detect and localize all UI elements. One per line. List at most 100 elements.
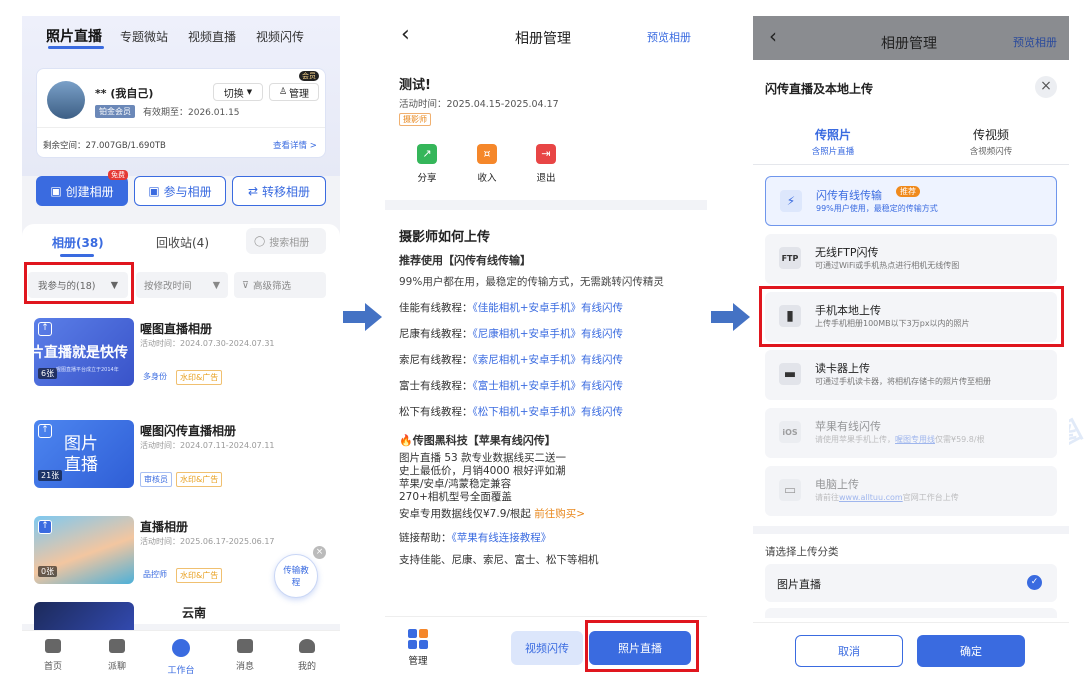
bottom-nav: 首页 派聊 工作台 消息 我的 xyxy=(22,630,340,686)
tutorial-link[interactable]: 《富士相机+安卓手机》有线闪传 xyxy=(473,380,624,392)
income-action[interactable]: ¤ 收入 xyxy=(467,144,507,184)
category-option[interactable]: 图片直播 ✓ xyxy=(765,564,1057,602)
lightning-icon: ⚡ xyxy=(780,190,802,212)
exit-action[interactable]: ⇥ 退出 xyxy=(526,144,566,184)
create-album-button[interactable]: ▣ 创建相册 xyxy=(36,176,128,206)
option-apple-wired[interactable]: iOS 苹果有线闪传 请使用苹果手机上传，喔图专用线仅需¥59.8/根 xyxy=(765,408,1057,458)
join-album-button[interactable]: ▣ 参与相册 xyxy=(134,176,226,206)
dimmed-header: ‹ 相册管理 预览相册 xyxy=(753,16,1069,60)
tab-photo-live[interactable]: 照片直播 xyxy=(46,26,102,46)
option-phone-local[interactable]: ▮ 手机本地上传 上传手机相册100MB以下3万px以内的照片 xyxy=(765,292,1057,342)
buy-link[interactable]: 前往购买> xyxy=(534,508,585,520)
apple-line: 270+相机型号全面覆盖 xyxy=(399,491,512,503)
option-desc: 上传手机相册100MB以下3万px以内的照片 xyxy=(815,319,970,328)
album-date: 活动时间：2025.04.15-2025.04.17 xyxy=(399,99,559,110)
tutorial-link[interactable]: 《佳能相机+安卓手机》有线闪传 xyxy=(473,302,624,314)
option-card-reader[interactable]: ▬ 读卡器上传 可通过手机读卡器，将相机存储卡的照片传至相册 xyxy=(765,350,1057,400)
option-wireless-ftp[interactable]: FTP 无线FTP闪传 可通过WiFi或手机热点进行相机无线传图 xyxy=(765,234,1057,284)
role-tag: 审核员 xyxy=(140,472,172,487)
back-icon[interactable]: ‹ xyxy=(401,22,410,47)
tab-video-live[interactable]: 视频直播 xyxy=(188,28,236,45)
confirm-button[interactable]: 确定 xyxy=(917,635,1025,667)
album-item[interactable]: ↑ 图片直播 21张 喔图闪传直播相册 活动时间：2024.07.11-2024… xyxy=(34,420,334,490)
switch-label: 切换 xyxy=(223,88,244,100)
close-icon[interactable]: × xyxy=(313,546,326,559)
tutorial-link[interactable]: 《尼康相机+安卓手机》有线闪传 xyxy=(473,328,624,340)
tab-albums[interactable]: 相册(38) xyxy=(52,234,104,251)
transfer-album-button[interactable]: ⇄ 转移相册 xyxy=(232,176,326,206)
switch-button[interactable]: 切换 ▼ xyxy=(213,83,263,101)
tab-upload-video[interactable]: 传视频 含视频闪传 xyxy=(951,126,1031,157)
video-flash-button[interactable]: 视频闪传 xyxy=(511,631,583,665)
participated-filter[interactable]: 我参与的(18) ▼ xyxy=(28,272,128,298)
divider xyxy=(37,127,325,128)
expiry-date: 有效期至：2026.01.15 xyxy=(143,108,240,118)
exit-label: 退出 xyxy=(536,173,556,184)
option-desc: 可通过WiFi或手机热点进行相机无线传图 xyxy=(815,261,960,270)
watermark-tag: 水印&广告 xyxy=(176,568,223,583)
transfer-tutorial-button[interactable]: 传输教程 xyxy=(274,554,318,598)
nav-pailiao[interactable]: 派聊 xyxy=(92,639,142,672)
manage-button[interactable]: ♙ 管理 xyxy=(269,83,319,101)
option-title: 电脑上传 xyxy=(815,478,859,491)
arrow-right-icon xyxy=(343,303,382,331)
cable-link[interactable]: 喔图专用线 xyxy=(895,435,935,444)
divider xyxy=(753,164,1069,165)
tutorial-link[interactable]: 《松下相机+安卓手机》有线闪传 xyxy=(473,406,624,418)
search-placeholder: 搜索相册 xyxy=(269,237,310,249)
tutorial-row: 索尼有线教程：《索尼相机+安卓手机》有线闪传 xyxy=(399,352,623,367)
nav-me[interactable]: 我的 xyxy=(282,639,332,672)
recommend-text: 推荐使用【闪传有线传输】 xyxy=(399,254,531,267)
manage-label: 管理 xyxy=(408,656,428,667)
watermark-tag: 水印&广告 xyxy=(176,472,223,487)
preview-album-link: 预览相册 xyxy=(1013,36,1057,49)
upload-sheet: 闪传直播及本地上传 × 传照片 含照片直播 传视频 含视频闪传 ⚡ 闪传有线传输… xyxy=(753,60,1069,686)
album-title: 喔图直播相册 xyxy=(140,322,213,336)
apple-line: 史上最低价，月销4000 根好评如潮 xyxy=(399,465,566,477)
option-wired-flash[interactable]: ⚡ 闪传有线传输 推荐 99%用户使用，最稳定的传输方式 xyxy=(765,176,1057,226)
bell-icon xyxy=(237,639,253,653)
desc-text: 官网工作台上传 xyxy=(902,493,959,502)
ios-icon: iOS xyxy=(779,421,801,443)
close-icon[interactable]: × xyxy=(1035,76,1057,98)
upload-method-screen: ‹ 相册管理 预览相册 闪传直播及本地上传 × 传照片 含照片直播 传视频 含视… xyxy=(753,16,1069,686)
album-thumbnail: ↑ 0张 xyxy=(34,516,134,584)
tab-recycle-bin[interactable]: 回收站(4) xyxy=(156,234,209,251)
sort-filter[interactable]: 按修改时间 ▼ xyxy=(136,272,228,298)
upload-icon: ↑ xyxy=(38,322,52,336)
sheet-title: 闪传直播及本地上传 xyxy=(765,82,874,96)
role-badge: 摄影师 xyxy=(399,113,431,126)
album-management-screen: ‹ 相册管理 预览相册 测试! 活动时间：2025.04.15-2025.04.… xyxy=(385,16,707,686)
option-title: 手机本地上传 xyxy=(815,304,881,317)
album-date: 活动时间：2024.07.11-2024.07.11 xyxy=(140,441,275,450)
tab-video-flash[interactable]: 视频闪传 xyxy=(256,28,304,45)
manage-tab[interactable]: 管理 xyxy=(405,629,431,667)
help-link[interactable]: 《苹果有线连接教程》 xyxy=(452,532,552,544)
website-link[interactable]: www.alltuu.com xyxy=(839,493,903,502)
tab-upload-photo[interactable]: 传照片 含照片直播 xyxy=(793,126,873,157)
tab-indicator xyxy=(60,254,94,257)
nav-workbench[interactable]: 工作台 xyxy=(156,639,206,676)
avatar[interactable] xyxy=(47,81,85,119)
share-action[interactable]: ↗ 分享 xyxy=(407,144,447,184)
category-option-partial xyxy=(765,608,1057,618)
details-link[interactable]: 查看详情 > xyxy=(273,139,317,151)
search-input[interactable]: ◯ 搜索相册 xyxy=(246,228,326,254)
tutorial-label: 富士有线教程： xyxy=(399,380,473,392)
option-title: 读卡器上传 xyxy=(815,362,870,375)
option-pc-upload[interactable]: ▭ 电脑上传 请前往www.alltuu.com官网工作台上传 xyxy=(765,466,1057,516)
tab-topic-site[interactable]: 专题微站 xyxy=(120,28,168,45)
nav-label: 首页 xyxy=(43,662,62,672)
page-title: 相册管理 xyxy=(881,36,937,52)
bottom-bar: 管理 视频闪传 照片直播 xyxy=(385,616,707,686)
album-item[interactable]: ↑ 片直播就是快传 喔图直播平台成立于2014年 6张 喔图直播相册 活动时间：… xyxy=(34,318,334,388)
tutorial-link[interactable]: 《索尼相机+安卓手机》有线闪传 xyxy=(473,354,624,366)
nav-messages[interactable]: 消息 xyxy=(220,639,270,672)
preview-album-link[interactable]: 预览相册 xyxy=(647,29,691,45)
income-icon: ¤ xyxy=(477,144,497,164)
nav-home[interactable]: 首页 xyxy=(28,639,78,672)
cancel-button[interactable]: 取消 xyxy=(795,635,903,667)
photo-live-button[interactable]: 照片直播 xyxy=(589,631,691,665)
thumbnail-text: 片直播就是快传 xyxy=(34,345,128,361)
advanced-filter[interactable]: ⊽ 高级筛选 xyxy=(234,272,326,298)
